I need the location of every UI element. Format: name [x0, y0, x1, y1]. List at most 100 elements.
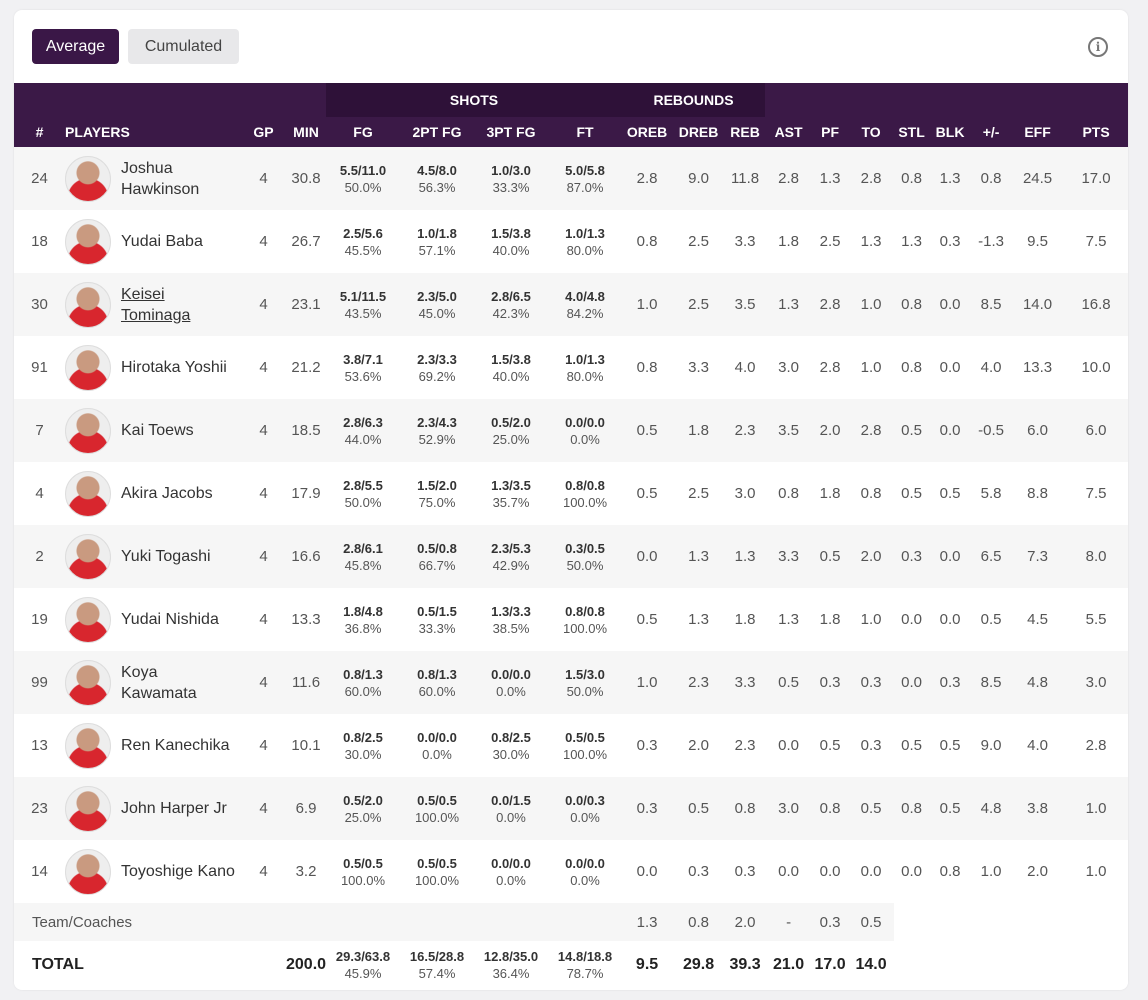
games-played: 4 — [241, 714, 286, 777]
average-button[interactable]: Average — [32, 29, 119, 64]
blk: 0.0 — [929, 273, 972, 336]
shot-made-attempted: 3.8/7.1 — [343, 351, 383, 367]
jersey-number: 91 — [14, 336, 65, 399]
shot-percentage: 30.0% — [344, 746, 382, 762]
ast: 2.8 — [765, 147, 813, 210]
table-row: 30 Keisei Tominaga 4 23.1 5.1/11.5 43.5% 2.3/5… — [14, 273, 1128, 336]
col-header[interactable]: TO — [848, 117, 894, 147]
table-row: 24 Joshua Hawkinson 4 30.8 5.5/11.0 50.0% 4.5/… — [14, 147, 1128, 210]
player-name[interactable]: Ren Kanechika — [121, 735, 230, 756]
player-name[interactable]: Kai Toews — [121, 420, 194, 441]
reb: 3.3 — [725, 651, 766, 714]
player-name[interactable]: Hirotaka Yoshii — [121, 357, 227, 378]
games-played: 4 — [241, 210, 286, 273]
stl: 0.5 — [894, 399, 930, 462]
eff: 7.3 — [1011, 525, 1065, 588]
plus-minus: -0.5 — [971, 399, 1012, 462]
shot-made-attempted: 0.8/2.5 — [343, 729, 383, 745]
shot-made-attempted: 0.5/2.0 — [343, 792, 383, 808]
pts: 6.0 — [1064, 399, 1128, 462]
table-row: 91 Hirotaka Yoshii 4 21.2 3.8/7.1 53.6% 2.3/3.… — [14, 336, 1128, 399]
dreb: 1.3 — [672, 588, 726, 651]
pts: 3.0 — [1064, 651, 1128, 714]
ast: 1.3 — [765, 273, 813, 336]
player-name[interactable]: John Harper Jr — [121, 798, 227, 819]
shot-made-attempted: 0.0/0.3 — [565, 792, 605, 808]
stl: 0.0 — [894, 651, 930, 714]
avatar — [65, 344, 111, 391]
pts: 8.0 — [1064, 525, 1128, 588]
player-name[interactable]: Toyoshige Kano — [121, 861, 235, 882]
player-name[interactable]: Yudai Baba — [121, 231, 203, 252]
stl: 0.8 — [894, 777, 930, 840]
player-name[interactable]: Koya Kawamata — [121, 662, 221, 704]
shot-percentage: 0.0% — [422, 746, 452, 762]
shot-made-attempted: 1.0/1.3 — [565, 351, 605, 367]
col-header[interactable]: OREB — [622, 117, 672, 147]
oreb: 1.0 — [622, 273, 673, 336]
col-header[interactable]: STL — [894, 117, 929, 147]
col-header[interactable]: DREB — [672, 117, 725, 147]
col-header[interactable]: GP — [241, 117, 286, 147]
stl: 0.5 — [894, 462, 930, 525]
minutes: 200.0 — [286, 941, 326, 989]
ast: 3.3 — [765, 525, 813, 588]
shot-made-attempted: 0.5/0.5 — [417, 855, 457, 871]
ast: 3.0 — [765, 777, 813, 840]
col-header[interactable]: AST — [765, 117, 812, 147]
pf: 1.3 — [812, 147, 849, 210]
player-name[interactable]: Yudai Nishida — [121, 609, 219, 630]
col-header[interactable]: REB — [725, 117, 765, 147]
player-name[interactable]: Keisei Tominaga — [121, 284, 221, 326]
shot-percentage: 66.7% — [418, 557, 456, 573]
info-icon[interactable]: i — [1088, 37, 1108, 57]
oreb: 2.8 — [622, 147, 673, 210]
col-header[interactable]: PF — [812, 117, 848, 147]
col-header[interactable]: EFF — [1011, 117, 1064, 147]
reb: 1.8 — [725, 588, 766, 651]
col-header[interactable]: 3PT FG — [474, 117, 548, 147]
eff: 9.5 — [1011, 210, 1065, 273]
reb: 4.0 — [725, 336, 766, 399]
shot-percentage: 40.0% — [492, 368, 530, 384]
blk: 0.5 — [929, 777, 972, 840]
col-header[interactable]: +/- — [971, 117, 1011, 147]
shot-made-attempted: 0.0/0.0 — [491, 666, 531, 682]
player-stats-table: SHOTS REBOUNDS # PLAYERS GP MIN FG 2PT FG 3PT … — [14, 83, 1128, 989]
pf: 0.3 — [812, 903, 849, 941]
player-name[interactable]: Yuki Togashi — [121, 546, 211, 567]
col-header[interactable]: 2PT FG — [400, 117, 474, 147]
shot-percentage: 57.4% — [418, 966, 456, 981]
col-header[interactable]: PTS — [1064, 117, 1128, 147]
shot-made-attempted: 1.5/3.0 — [565, 666, 605, 682]
eff: 8.8 — [1011, 462, 1065, 525]
eff: 24.5 — [1011, 147, 1065, 210]
reb: 1.3 — [725, 525, 766, 588]
col-header[interactable]: # — [14, 117, 65, 147]
shot-percentage: 53.6% — [344, 368, 382, 384]
stl: 0.3 — [894, 525, 930, 588]
shot-made-attempted: 14.8/18.8 — [557, 949, 613, 964]
eff: 3.8 — [1011, 777, 1065, 840]
jersey-number: 23 — [14, 777, 65, 840]
col-header[interactable]: BLK — [929, 117, 971, 147]
shot-percentage: 45.0% — [418, 305, 456, 321]
col-header[interactable]: FG — [326, 117, 400, 147]
oreb: 0.8 — [622, 210, 673, 273]
shot-made-attempted: 1.8/4.8 — [343, 603, 383, 619]
shot-made-attempted: 0.8/0.8 — [565, 603, 605, 619]
minutes: 13.3 — [286, 588, 326, 651]
player-name[interactable]: Akira Jacobs — [121, 483, 213, 504]
cumulated-button[interactable]: Cumulated — [128, 29, 239, 64]
col-header[interactable]: FT — [548, 117, 622, 147]
ast: 0.0 — [765, 840, 813, 903]
player-name[interactable]: Joshua Hawkinson — [121, 158, 221, 200]
col-header[interactable]: MIN — [286, 117, 326, 147]
pts: 5.5 — [1064, 588, 1128, 651]
to: 0.5 — [848, 777, 895, 840]
games-played: 4 — [241, 336, 286, 399]
oreb: 0.3 — [622, 714, 673, 777]
col-header[interactable]: PLAYERS — [65, 117, 241, 147]
oreb: 0.5 — [622, 399, 673, 462]
blk: 0.5 — [929, 462, 972, 525]
